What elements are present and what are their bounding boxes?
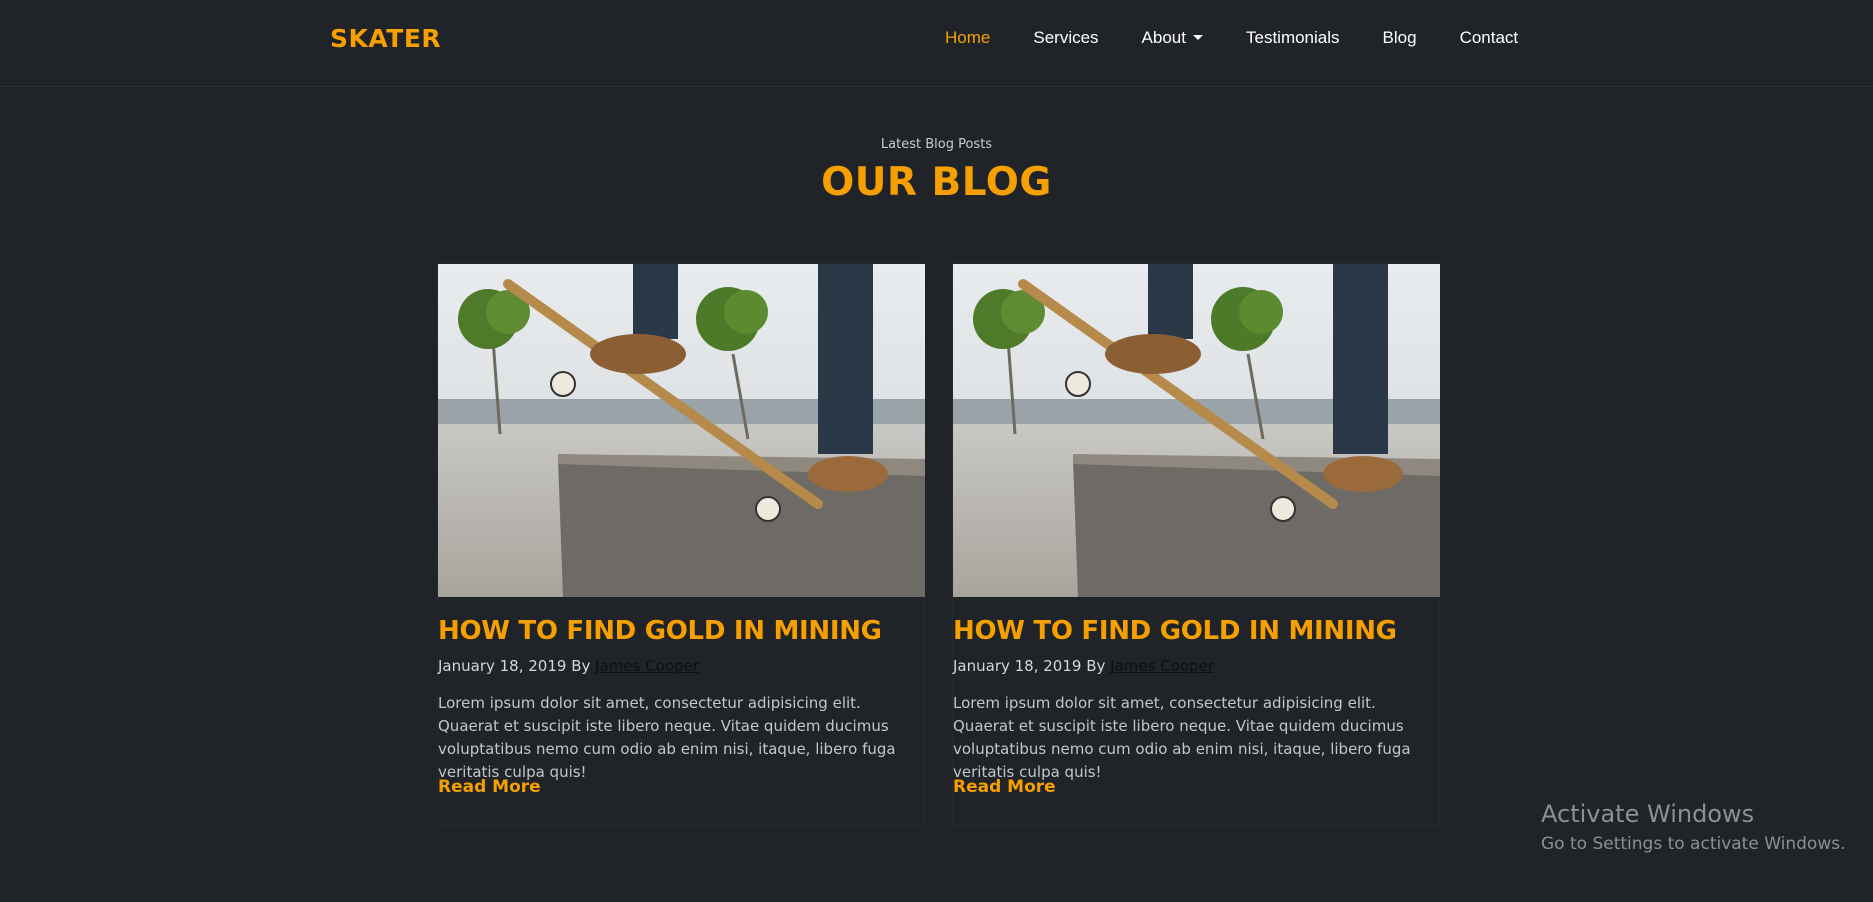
watermark-subtitle: Go to Settings to activate Windows. [1541, 834, 1846, 854]
blog-post-date: January 18, 2019 By [953, 657, 1111, 675]
nav-item-about[interactable]: About [1142, 28, 1203, 48]
section-eyebrow: Latest Blog Posts [880, 137, 993, 152]
blog-card: HOW TO FIND GOLD IN MINING January 18, 2… [952, 263, 1440, 825]
activate-windows-watermark: Activate Windows Go to Settings to activ… [1541, 800, 1846, 854]
nav-item-blog[interactable]: Blog [1383, 28, 1417, 48]
nav-item-label: Home [945, 28, 991, 47]
blog-card: HOW TO FIND GOLD IN MINING January 18, 2… [437, 263, 925, 825]
nav-item-testimonials[interactable]: Testimonials [1246, 28, 1340, 48]
navbar: SKATER Home Services About Testimonials … [0, 0, 1873, 87]
blog-post-image[interactable] [953, 264, 1440, 597]
blog-post-meta: January 18, 2019 By James Cooper [953, 657, 1214, 675]
blog-post-date: January 18, 2019 By [438, 657, 596, 675]
blog-post-meta: January 18, 2019 By James Cooper [438, 657, 699, 675]
blog-post-title[interactable]: HOW TO FIND GOLD IN MINING [438, 616, 926, 646]
nav-item-home[interactable]: Home [945, 28, 990, 48]
nav-item-label: Contact [1459, 28, 1519, 47]
nav-item-label: Services [1033, 28, 1099, 47]
read-more-link[interactable]: Read More [953, 777, 1056, 797]
blog-post-title[interactable]: HOW TO FIND GOLD IN MINING [953, 616, 1441, 646]
nav-item-services[interactable]: Services [1033, 28, 1098, 48]
nav-item-label: Testimonials [1245, 28, 1340, 47]
main-nav: Home Services About Testimonials Blog Co… [945, 28, 1518, 48]
blog-post-excerpt: Lorem ipsum dolor sit amet, consectetur … [953, 694, 1411, 781]
watermark-title: Activate Windows [1541, 800, 1755, 828]
blog-post-author-link[interactable]: James Cooper [1110, 657, 1214, 675]
section-title: OUR BLOG [821, 160, 1052, 205]
blog-post-excerpt: Lorem ipsum dolor sit amet, consectetur … [438, 694, 896, 781]
caret-down-icon [1192, 34, 1203, 40]
blog-post-image[interactable] [438, 264, 925, 597]
page: SKATER Home Services About Testimonials … [0, 0, 1873, 902]
nav-item-contact[interactable]: Contact [1460, 28, 1519, 48]
read-more-link[interactable]: Read More [438, 777, 541, 797]
blog-post-author-link[interactable]: James Cooper [595, 657, 699, 675]
nav-item-label: Blog [1382, 28, 1417, 47]
nav-item-label: About [1141, 28, 1186, 47]
brand-logo[interactable]: SKATER [330, 24, 441, 53]
